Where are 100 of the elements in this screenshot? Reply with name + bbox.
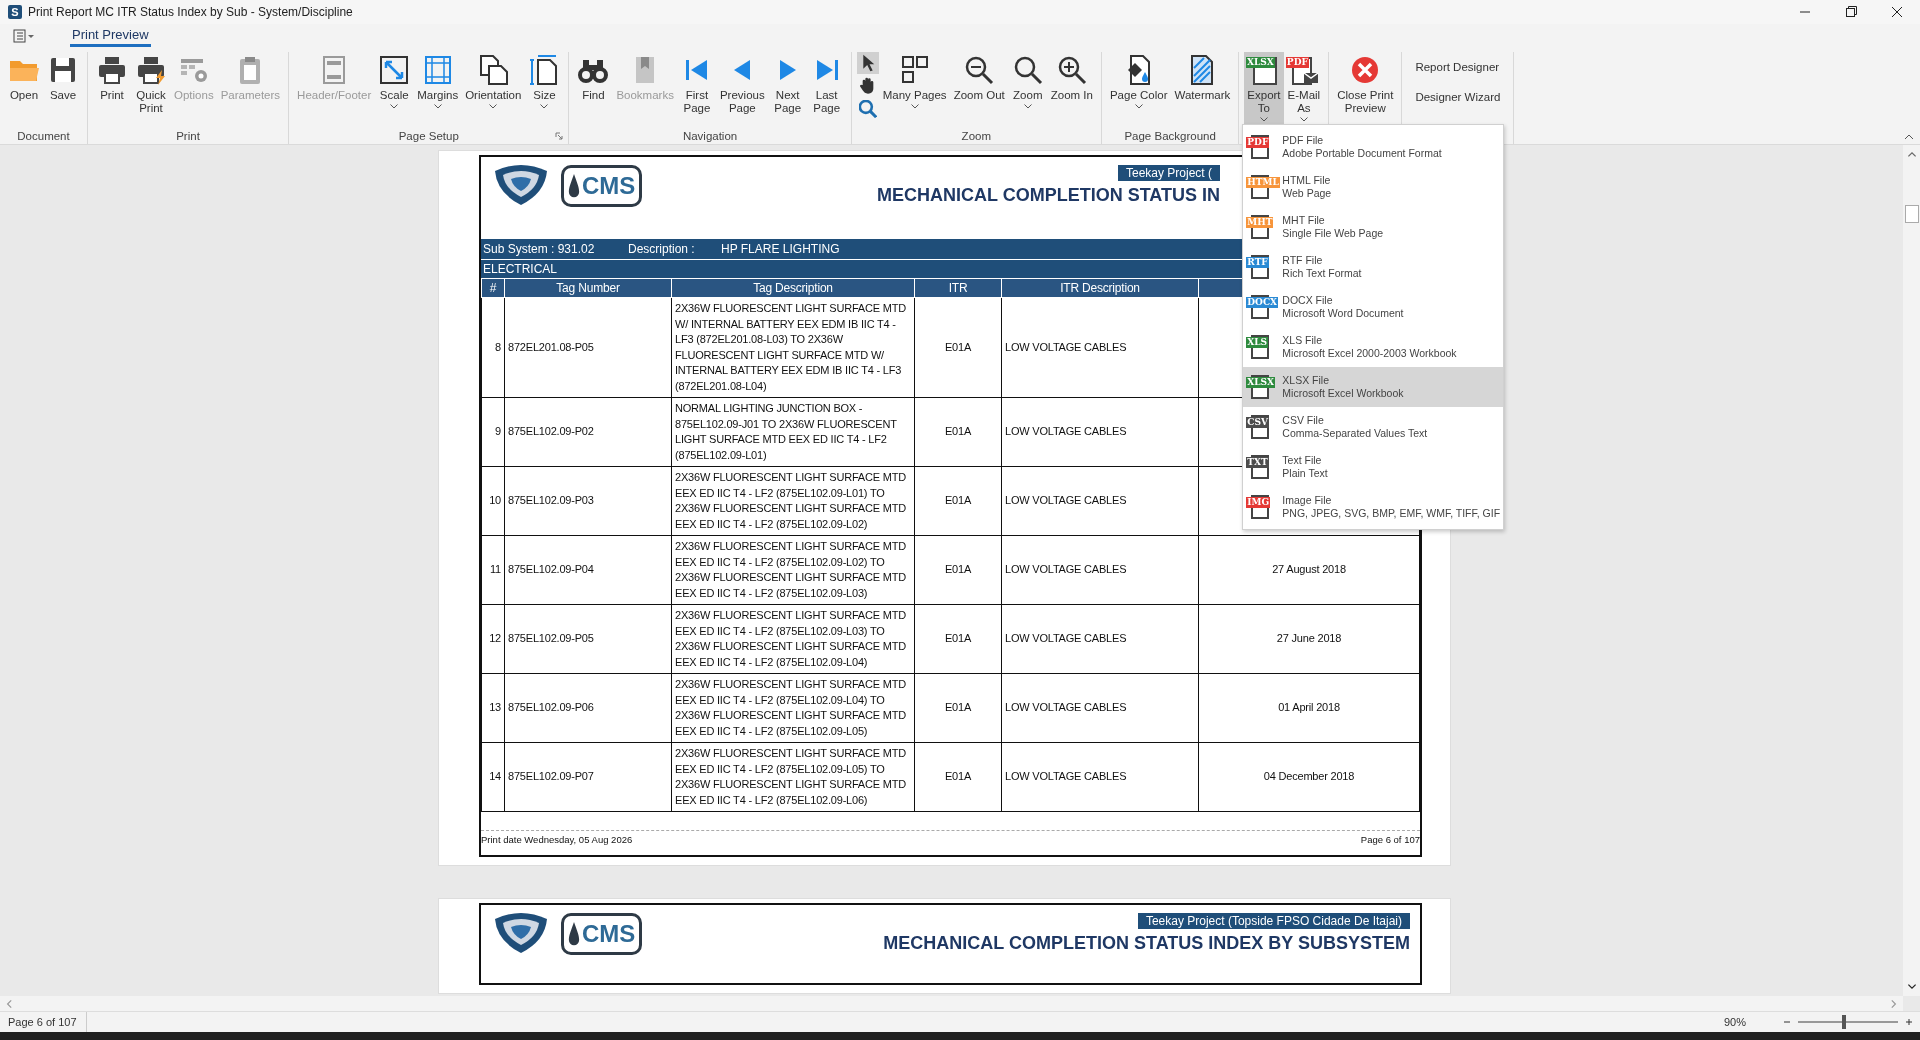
caret-icon bbox=[433, 104, 442, 109]
ribbon-button[interactable]: Page Color bbox=[1106, 52, 1171, 128]
report-title: MECHANICAL COMPLETION STATUS IN bbox=[877, 185, 1220, 206]
ribbon-button[interactable]: Zoom In bbox=[1047, 52, 1096, 128]
ribbon-button[interactable]: Open bbox=[5, 52, 43, 128]
file-type-badge: XLSX bbox=[1246, 377, 1276, 388]
caret-icon bbox=[1299, 117, 1308, 122]
table-cell: 2X36W FLUORESCENT LIGHT SURFACE MTD EEX ED IIC T4 - LF2 (875EL102.09-L04) TO 2X36W FLUORESCENT LIGHT SURFACE MTD EEX ED IIC T4 - LF2 (875EL102.09-L05) bbox=[671, 673, 915, 743]
table-cell: E01A bbox=[914, 397, 1002, 467]
ribbon-button[interactable]: Close Print Preview bbox=[1334, 52, 1397, 128]
ribbon-button[interactable]: Size bbox=[525, 52, 564, 128]
ribbon-button[interactable]: Orientation bbox=[462, 52, 525, 128]
ribbon-button[interactable]: Print bbox=[93, 52, 131, 128]
file-type-badge: XLSX bbox=[1245, 57, 1275, 68]
table-cell: LOW VOLTAGE CABLES bbox=[1001, 742, 1199, 812]
table-cell: E01A bbox=[914, 535, 1002, 605]
scrollbar-thumb[interactable] bbox=[1904, 205, 1919, 223]
tool-button[interactable] bbox=[856, 52, 879, 74]
export-menu-item[interactable]: PDF PDF File Adobe Portable Document Format bbox=[1243, 127, 1504, 167]
caret-icon bbox=[489, 104, 498, 109]
menu-item-subtitle: Adobe Portable Document Format bbox=[1282, 147, 1442, 160]
quick-print-icon bbox=[135, 54, 167, 86]
menu-item-subtitle: Comma-Separated Values Text bbox=[1282, 427, 1428, 440]
menu-item-title: HTML File bbox=[1282, 174, 1332, 187]
export-menu-item[interactable]: HTML HTML File Web Page bbox=[1243, 167, 1504, 207]
caret-icon bbox=[540, 104, 549, 109]
menu-item-subtitle: Microsoft Excel Workbook bbox=[1282, 387, 1404, 400]
menu-item-subtitle: Rich Text Format bbox=[1282, 267, 1362, 280]
discipline-label: ELECTRICAL bbox=[483, 262, 558, 276]
table-cell: 2X36W FLUORESCENT LIGHT SURFACE MTD EEX ED IIC T4 - LF2 (875EL102.09-L05) TO 2X36W FLUORESCENT LIGHT SURFACE MTD EEX ED IIC T4 - LF2 (875EL102.09-L06) bbox=[671, 742, 915, 812]
menu-icon[interactable] bbox=[12, 28, 36, 44]
table-cell: 2X36W FLUORESCENT LIGHT SURFACE MTD EEX ED IIC T4 - LF2 (875EL102.09-L01) TO 2X36W FLUORESCENT LIGHT SURFACE MTD EEX ED IIC T4 - LF2 (875EL102.09-L02) bbox=[671, 466, 915, 536]
ribbon-link-button[interactable]: Designer Wizard bbox=[1407, 82, 1509, 112]
company-logo: CMS bbox=[561, 913, 643, 955]
table-cell: 875EL102.09-P05 bbox=[504, 604, 672, 674]
table-cell: E01A bbox=[914, 466, 1002, 536]
magnifier-icon bbox=[858, 100, 877, 118]
table-cell: 2X36W FLUORESCENT LIGHT SURFACE MTD W/ INTERNAL BATTERY EEX EDM IB IIC T4 - LF3 (872EL201.08-L03) TO 2X36W FLUORESCENT LIGHT SURFACE MTD W/ INTERNAL BATTERY EEX EDM IB IIC T4 - LF3 (872EL201.08-L04) bbox=[671, 297, 915, 398]
table-cell: LOW VOLTAGE CABLES bbox=[1001, 535, 1199, 605]
ribbon-button[interactable]: Quick Print bbox=[132, 52, 170, 128]
file-type-badge: XLS bbox=[1246, 337, 1269, 348]
slider-thumb[interactable] bbox=[1842, 1015, 1846, 1029]
menu-item-title: MHT File bbox=[1282, 214, 1326, 227]
dialog-launcher-icon[interactable] bbox=[555, 132, 564, 140]
table-cell: LOW VOLTAGE CABLES bbox=[1001, 466, 1199, 536]
ribbon-link-button[interactable]: Report Designer bbox=[1407, 52, 1508, 82]
ribbon-button[interactable]: Zoom Out bbox=[950, 52, 1008, 128]
export-menu-item[interactable]: CSV CSV File Comma-Separated Values Text bbox=[1243, 407, 1504, 447]
menu-item-title: DOCX File bbox=[1282, 294, 1334, 307]
table-cell: 27 June 2018 bbox=[1198, 604, 1420, 674]
table-cell: 27 August 2018 bbox=[1198, 535, 1420, 605]
ribbon-button[interactable]: Margins bbox=[414, 52, 462, 128]
table-cell: 875EL102.09-P02 bbox=[504, 397, 672, 467]
ribbon-button[interactable]: Zoom bbox=[1008, 52, 1047, 128]
group-label: Navigation bbox=[682, 130, 738, 142]
vertical-scrollbar[interactable] bbox=[1903, 145, 1920, 996]
column-header: Tag Number bbox=[504, 278, 672, 298]
export-menu-item[interactable]: XLSX XLSX File Microsoft Excel Workbook bbox=[1243, 367, 1504, 407]
caret-icon bbox=[1023, 104, 1032, 109]
ribbon-button[interactable]: Save bbox=[44, 52, 82, 128]
caret-icon bbox=[910, 104, 919, 109]
file-type-badge: PDF bbox=[1285, 57, 1309, 68]
table-cell: 13 bbox=[481, 673, 505, 743]
collapse-ribbon-icon[interactable] bbox=[1904, 134, 1914, 140]
ribbon-button[interactable]: PDF E-Mail As bbox=[1284, 52, 1324, 128]
menu-item-title: PDF File bbox=[1282, 134, 1325, 147]
app-logo: S bbox=[8, 5, 22, 19]
ribbon-button[interactable]: Next Page bbox=[768, 52, 807, 128]
export-menu-item[interactable]: DOCX DOCX File Microsoft Word Document bbox=[1243, 287, 1504, 327]
export-menu-item[interactable]: MHT MHT File Single File Web Page bbox=[1243, 207, 1504, 247]
zoom-out-icon bbox=[963, 54, 996, 86]
table-cell: E01A bbox=[914, 742, 1002, 812]
menu-item-subtitle: PNG, JPEG, SVG, BMP, EMF, WMF, TIFF, GIF bbox=[1282, 507, 1501, 520]
ribbon-button[interactable]: Find bbox=[574, 52, 613, 128]
menu-item-title: Image File bbox=[1282, 494, 1333, 507]
menu-item-subtitle: Microsoft Excel 2000-2003 Workbook bbox=[1282, 347, 1457, 360]
caret-icon bbox=[390, 104, 399, 109]
ribbon-button[interactable]: Watermark bbox=[1171, 52, 1234, 128]
ribbon-button[interactable]: Many Pages bbox=[879, 52, 950, 128]
export-menu-item[interactable]: XLS XLS File Microsoft Excel 2000-2003 Workbook bbox=[1243, 327, 1504, 367]
export-menu-item[interactable]: TXT Text File Plain Text bbox=[1243, 447, 1504, 487]
table-cell: 11 bbox=[481, 535, 505, 605]
group-label: Zoom bbox=[961, 130, 991, 142]
menu-item-title: CSV File bbox=[1282, 414, 1325, 427]
ribbon-button[interactable]: Previous Page bbox=[716, 52, 768, 128]
file-type-badge: CSV bbox=[1246, 417, 1269, 428]
ribbon-button[interactable]: Last Page bbox=[807, 52, 846, 128]
company-logo: CMS bbox=[561, 165, 643, 207]
export-menu-item[interactable]: RTF RTF File Rich Text Format bbox=[1243, 247, 1504, 287]
file-type-badge: TXT bbox=[1246, 457, 1269, 468]
column-header: # bbox=[481, 278, 505, 298]
export-menu-item[interactable]: IMG Image File PNG, JPEG, SVG, BMP, EMF, WMF, TIFF, GIF bbox=[1243, 487, 1504, 527]
table-cell: 2X36W FLUORESCENT LIGHT SURFACE MTD EEX ED IIC T4 - LF2 (875EL102.09-L02) TO 2X36W FLUORESCENT LIGHT SURFACE MTD EEX ED IIC T4 - LF2 (875EL102.09-L03) bbox=[671, 535, 915, 605]
table-cell: E01A bbox=[914, 673, 1002, 743]
ribbon-button[interactable]: First Page bbox=[677, 52, 716, 128]
table-cell: LOW VOLTAGE CABLES bbox=[1001, 397, 1199, 467]
table-cell: 04 December 2018 bbox=[1198, 742, 1420, 812]
menu-item-title: XLSX File bbox=[1282, 374, 1330, 387]
ribbon-button[interactable]: Scale bbox=[375, 52, 414, 128]
zoom-in-icon[interactable] bbox=[1904, 1017, 1914, 1027]
